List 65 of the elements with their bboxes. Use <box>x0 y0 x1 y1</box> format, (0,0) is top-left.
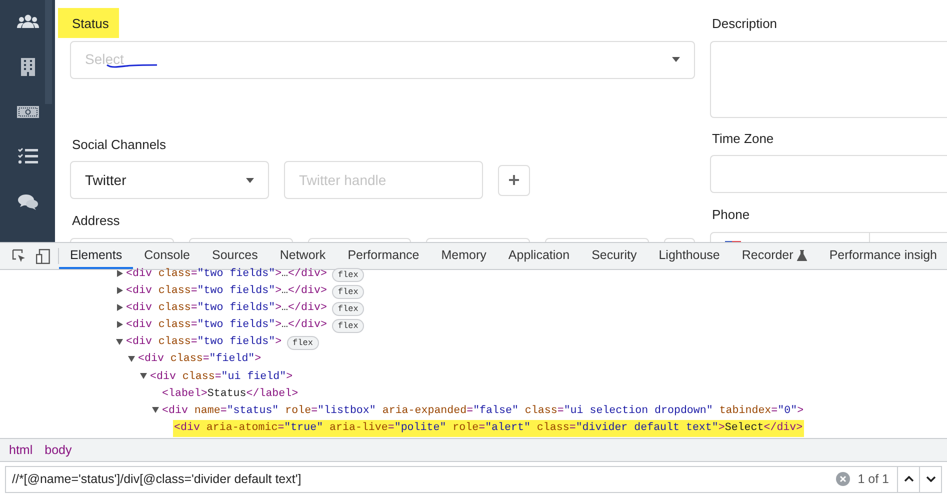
devtools-tab[interactable]: Recorder <box>730 243 818 269</box>
breadcrumb[interactable]: body <box>38 438 78 462</box>
field-label: Address <box>71 212 121 230</box>
devtools-tab[interactable]: Performance insigh <box>818 243 947 269</box>
field-label: Phone <box>711 206 751 224</box>
inspect-icon[interactable] <box>12 249 26 263</box>
layout-badge[interactable]: flex <box>332 302 364 316</box>
devtools-tab[interactable]: Security <box>580 243 648 269</box>
breadcrumb[interactable]: html <box>3 438 39 462</box>
caret-icon <box>246 178 254 182</box>
dom-node[interactable]: <div class="field"> <box>137 351 262 369</box>
devtools-tab[interactable]: Memory <box>430 243 498 269</box>
field-label: Description <box>711 15 778 33</box>
layout-badge[interactable]: flex <box>332 318 364 333</box>
chevron-up-icon <box>904 476 914 482</box>
search-field[interactable]: //*[@name='status']/div[@class='divider default text'] 1 of 1 <box>5 466 942 492</box>
dom-node[interactable]: <div class="two fields"> <box>125 334 283 352</box>
match-count: 1 of 1 <box>856 470 890 488</box>
layout-badge[interactable]: flex <box>332 268 364 282</box>
checklist-icon[interactable] <box>18 148 38 164</box>
banknote-icon[interactable] <box>16 106 38 118</box>
building-icon[interactable] <box>20 58 34 76</box>
status-placeholder: Select <box>85 50 124 69</box>
devtools-tab[interactable]: Lighthouse <box>648 243 731 269</box>
devtools-tab[interactable]: Performance <box>336 243 430 269</box>
devtools-tab[interactable]: Network <box>268 243 337 269</box>
users-icon[interactable] <box>16 14 38 28</box>
expand-triangle-icon[interactable] <box>116 270 123 277</box>
layout-badge[interactable]: flex <box>286 336 319 350</box>
dom-node[interactable]: <div class="two fields">…</div> <box>125 317 328 334</box>
collapse-triangle-icon[interactable] <box>140 372 147 380</box>
devtools-tab[interactable]: Console <box>133 243 201 269</box>
network-value: Twitter <box>85 170 126 190</box>
flask-icon <box>797 250 808 260</box>
handle-input[interactable]: Twitter handle <box>284 161 483 199</box>
dom-node[interactable]: <div name="status" role="listbox" aria-expanded="false" class="ui selection dropdown" tabindex="0"> <box>161 402 805 420</box>
chevron-down-icon <box>926 476 936 482</box>
dom-node[interactable]: <div class="ui field"> <box>149 368 294 386</box>
field-label: Time Zone <box>711 130 775 148</box>
clear-icon[interactable] <box>836 472 850 486</box>
add-button[interactable] <box>498 164 530 196</box>
caret-icon <box>672 57 680 62</box>
expand-triangle-icon[interactable] <box>116 320 123 328</box>
collapse-triangle-icon[interactable] <box>152 406 159 414</box>
network-dropdown[interactable]: Twitter <box>70 161 269 199</box>
xpath-search-input[interactable]: //*[@name='status']/div[@class='divider default text'] <box>10 468 836 490</box>
highlighted-field-label: Status <box>58 8 119 38</box>
collapse-triangle-icon[interactable] <box>128 355 135 362</box>
dom-node[interactable]: <div class="two fields">…</div> <box>125 300 328 318</box>
dom-node[interactable]: <div class="two fields">…</div> <box>125 266 328 284</box>
time-zone-input[interactable] <box>710 155 947 193</box>
devtools-tab[interactable]: Application <box>497 243 581 269</box>
dom-node[interactable]: <label>Status</label> <box>161 386 300 403</box>
collapse-triangle-icon[interactable] <box>116 338 123 346</box>
field-label: Social Channels <box>71 136 167 154</box>
highlighted-dom-node[interactable]: <div aria-atomic="true" aria-live="polite" role="alert" class="divider default text">Select</div> <box>173 420 804 437</box>
expand-triangle-icon[interactable] <box>116 286 123 294</box>
expand-triangle-icon[interactable] <box>116 304 123 311</box>
layout-badge[interactable]: flex <box>332 284 364 299</box>
chat-bubbles-icon[interactable] <box>18 194 38 210</box>
dom-node[interactable]: <div class="two fields">…</div> <box>125 283 328 300</box>
plus-icon <box>509 175 519 185</box>
devtools-tab[interactable]: Sources <box>200 243 269 269</box>
devtools-tab[interactable]: Elements <box>59 243 134 269</box>
device-toggle-icon[interactable] <box>36 248 50 264</box>
